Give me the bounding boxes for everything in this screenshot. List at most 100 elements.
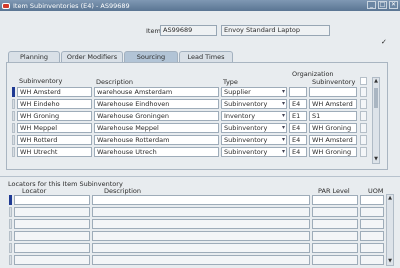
col-locator-header: Locator xyxy=(22,187,47,195)
tab-sourcing[interactable]: Sourcing xyxy=(124,51,178,62)
row-flex-field[interactable] xyxy=(360,111,367,121)
org-subinventory-cell[interactable]: WH Groning xyxy=(309,147,357,157)
description-cell[interactable]: Warehouse Rotterdam xyxy=(94,135,219,145)
minimize-button[interactable]: _ xyxy=(367,1,376,9)
org-cell[interactable] xyxy=(289,87,307,97)
org-cell[interactable]: E1 xyxy=(289,111,307,121)
uom-cell[interactable] xyxy=(360,243,384,253)
locator-description-cell[interactable] xyxy=(92,255,310,265)
type-dropdown[interactable]: Subinventory xyxy=(221,135,287,145)
row-flex-field[interactable] xyxy=(360,99,367,109)
locator-cell[interactable] xyxy=(14,207,90,217)
item-description-field[interactable]: Envoy Standard Laptop xyxy=(221,25,330,36)
par-level-cell[interactable] xyxy=(312,207,358,217)
org-cell[interactable]: E4 xyxy=(289,123,307,133)
window-title: Item Subinventories (E4) - AS99689 xyxy=(13,1,130,10)
locator-description-cell[interactable] xyxy=(92,195,310,205)
locators-scrollbar[interactable]: ▲ ▼ xyxy=(386,194,394,266)
maximize-button[interactable]: □ xyxy=(378,1,387,9)
row-flex-field[interactable] xyxy=(360,123,367,133)
par-level-cell[interactable] xyxy=(312,255,358,265)
locator-cell[interactable] xyxy=(14,195,90,205)
scroll-up-icon[interactable]: ▲ xyxy=(373,78,379,85)
uom-cell[interactable] xyxy=(360,255,384,265)
description-cell[interactable]: Warehouse Meppel xyxy=(94,123,219,133)
col-org-subinventory-header: Subinventory xyxy=(312,78,356,86)
locator-cell[interactable] xyxy=(14,255,90,265)
type-dropdown[interactable]: Inventory xyxy=(221,111,287,121)
row-indicator[interactable] xyxy=(12,99,15,109)
org-subinventory-cell[interactable]: S1 xyxy=(309,111,357,121)
scroll-down-icon[interactable]: ▼ xyxy=(387,258,393,265)
subinventory-cell[interactable]: WH Groning xyxy=(17,111,92,121)
description-cell[interactable]: Warehouse Utrech xyxy=(94,147,219,157)
locator-cell[interactable] xyxy=(14,243,90,253)
subinventory-cell[interactable]: WH Meppel xyxy=(17,123,92,133)
par-level-cell[interactable] xyxy=(312,195,358,205)
scroll-thumb[interactable] xyxy=(374,88,378,108)
subinventory-cell[interactable]: WH Amsterd xyxy=(17,87,92,97)
tab-bar: Planning Order Modifiers Sourcing Lead T… xyxy=(8,51,234,62)
locator-description-cell[interactable] xyxy=(92,243,310,253)
subinventory-cell[interactable]: WH Eindeho xyxy=(17,99,92,109)
tab-planning[interactable]: Planning xyxy=(8,51,60,62)
org-subinventory-cell[interactable]: WH Groning xyxy=(309,123,357,133)
close-button[interactable]: ✕ xyxy=(389,1,398,9)
col-par-level-header: PAR Level xyxy=(318,187,350,195)
type-dropdown[interactable]: Subinventory xyxy=(221,123,287,133)
par-level-cell[interactable] xyxy=(312,231,358,241)
org-subinventory-cell[interactable]: WH Amsterd xyxy=(309,99,357,109)
item-field[interactable]: AS99689 xyxy=(160,25,217,36)
org-cell[interactable]: E4 xyxy=(289,135,307,145)
row-indicator[interactable] xyxy=(12,147,15,157)
locator-cell[interactable] xyxy=(14,219,90,229)
uom-cell[interactable] xyxy=(360,231,384,241)
row-indicator[interactable] xyxy=(12,111,15,121)
uom-cell[interactable] xyxy=(360,219,384,229)
row-indicator[interactable] xyxy=(9,231,12,241)
row-indicator[interactable] xyxy=(9,195,12,205)
par-level-cell[interactable] xyxy=(312,219,358,229)
tab-lead-times[interactable]: Lead Times xyxy=(179,51,233,62)
row-flex-field[interactable] xyxy=(360,147,367,157)
grid-scrollbar[interactable]: ▲ ▼ xyxy=(372,77,380,164)
par-level-cell[interactable] xyxy=(312,243,358,253)
col-description-header: Description xyxy=(96,78,134,86)
scroll-up-icon[interactable]: ▲ xyxy=(387,195,393,202)
item-label: Item xyxy=(146,27,161,35)
tab-order-modifiers[interactable]: Order Modifiers xyxy=(61,51,123,62)
row-indicator[interactable] xyxy=(9,219,12,229)
col-type-header: Type xyxy=(223,78,238,86)
locator-description-cell[interactable] xyxy=(92,219,310,229)
row-indicator[interactable] xyxy=(9,207,12,217)
locator-cell[interactable] xyxy=(14,231,90,241)
description-cell[interactable]: Warehouse Eindhoven xyxy=(94,99,219,109)
window-titlebar: Item Subinventories (E4) - AS99689 _ □ ✕ xyxy=(0,0,400,11)
locator-description-cell[interactable] xyxy=(92,207,310,217)
org-subinventory-cell[interactable]: WH Amsterd xyxy=(309,135,357,145)
row-indicator[interactable] xyxy=(9,255,12,265)
description-cell[interactable]: warehouse Amsterdam xyxy=(94,87,219,97)
checkbox[interactable]: ✓ xyxy=(381,39,387,46)
uom-cell[interactable] xyxy=(360,207,384,217)
col-loc-description-header: Description xyxy=(104,187,142,195)
row-indicator[interactable] xyxy=(12,123,15,133)
header-flex-field[interactable] xyxy=(360,77,367,85)
row-flex-field[interactable] xyxy=(360,87,367,97)
row-indicator[interactable] xyxy=(12,87,15,97)
description-cell[interactable]: Warehouse Groningen xyxy=(94,111,219,121)
type-dropdown[interactable]: Supplier xyxy=(221,87,287,97)
uom-cell[interactable] xyxy=(360,195,384,205)
subinventory-cell[interactable]: WH Utrecht xyxy=(17,147,92,157)
type-dropdown[interactable]: Subinventory xyxy=(221,99,287,109)
org-subinventory-cell[interactable] xyxy=(309,87,357,97)
org-cell[interactable]: E4 xyxy=(289,147,307,157)
row-flex-field[interactable] xyxy=(360,135,367,145)
locator-description-cell[interactable] xyxy=(92,231,310,241)
row-indicator[interactable] xyxy=(9,243,12,253)
org-cell[interactable]: E4 xyxy=(289,99,307,109)
scroll-down-icon[interactable]: ▼ xyxy=(373,156,379,163)
subinventory-cell[interactable]: WH Rotterd xyxy=(17,135,92,145)
type-dropdown[interactable]: Subinventory xyxy=(221,147,287,157)
row-indicator[interactable] xyxy=(12,135,15,145)
